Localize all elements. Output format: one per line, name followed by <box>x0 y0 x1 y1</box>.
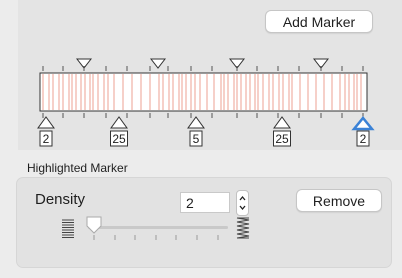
high-density-icon <box>236 217 250 239</box>
slider-track[interactable] <box>88 226 228 229</box>
density-slider[interactable] <box>0 0 402 278</box>
slider-thumb[interactable] <box>86 216 102 234</box>
low-density-icon <box>62 219 74 238</box>
